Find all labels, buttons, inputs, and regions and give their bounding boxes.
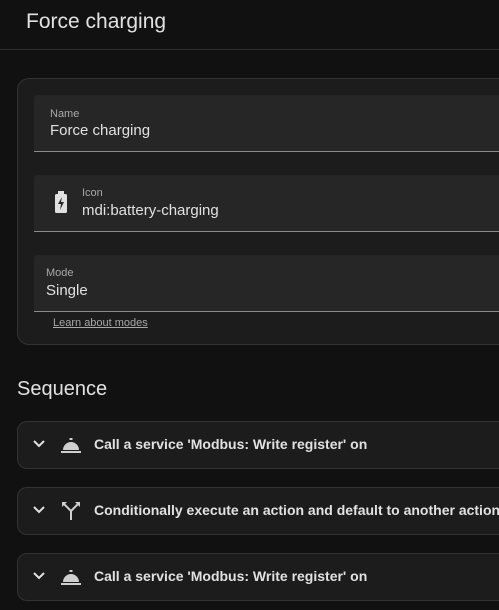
mode-select-value[interactable]: Single: [46, 282, 88, 299]
action-label: Conditionally execute an action and defa…: [94, 502, 499, 518]
sequence-heading: Sequence: [17, 378, 108, 400]
icon-field[interactable]: Icon mdi:battery-charging: [34, 175, 499, 232]
learn-about-modes-link[interactable]: Learn about modes: [53, 317, 148, 329]
action-label: Call a service 'Modbus: Write register' …: [94, 568, 368, 584]
page-title: Force charging: [26, 10, 167, 33]
bell-service-icon: [61, 438, 81, 453]
chevron-down-icon[interactable]: [32, 505, 46, 515]
icon-field-value[interactable]: mdi:battery-charging: [82, 202, 219, 219]
chevron-down-icon[interactable]: [32, 439, 46, 449]
call-split-icon: [62, 502, 80, 520]
name-field-value[interactable]: Force charging: [50, 122, 150, 139]
mode-select[interactable]: Mode Single: [34, 255, 499, 312]
action-label: Call a service 'Modbus: Write register' …: [94, 436, 368, 452]
sequence-action-row[interactable]: Call a service 'Modbus: Write register' …: [17, 421, 499, 469]
sequence-action-row[interactable]: Conditionally execute an action and defa…: [17, 487, 499, 535]
mode-select-label: Mode: [46, 267, 74, 279]
name-field[interactable]: Name Force charging: [34, 95, 499, 152]
chevron-down-icon[interactable]: [32, 571, 46, 581]
top-app-bar: Force charging: [0, 0, 499, 50]
icon-field-label: Icon: [82, 187, 103, 199]
name-field-label: Name: [50, 108, 80, 120]
sequence-action-row[interactable]: Call a service 'Modbus: Write register' …: [17, 553, 499, 601]
bell-service-icon: [61, 570, 81, 585]
battery-charging-icon: [55, 191, 67, 213]
